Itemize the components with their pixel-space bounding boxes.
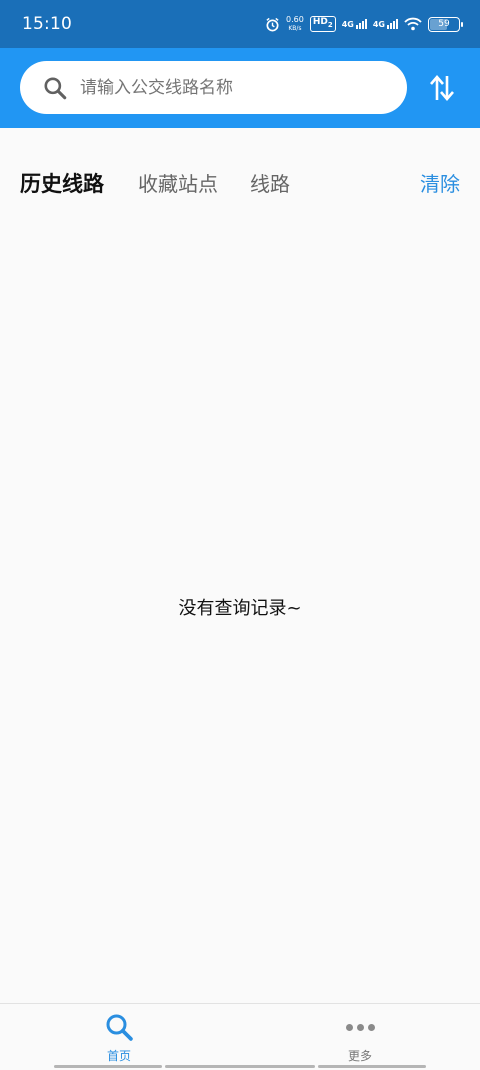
wifi-icon (404, 17, 422, 31)
nav-home[interactable]: 首页 (59, 1004, 179, 1070)
header-bar (0, 48, 480, 128)
search-input[interactable] (80, 77, 380, 98)
speed-unit: KB/s (288, 25, 302, 32)
alarm-icon (266, 17, 279, 31)
swap-button[interactable] (422, 68, 462, 108)
status-time: 15:10 (22, 14, 72, 34)
tab-routes[interactable]: 线路 (250, 168, 290, 197)
more-dots-icon (345, 1023, 375, 1031)
tab-bar: 历史线路 收藏站点 线路 清除 (0, 128, 480, 236)
clear-button[interactable]: 清除 (420, 168, 460, 197)
signal-icon-2: 4G (373, 19, 398, 29)
tab-history-routes[interactable]: 历史线路 (20, 168, 104, 198)
empty-message: 没有查询记录~ (178, 598, 302, 619)
search-box[interactable] (20, 61, 407, 114)
search-icon (106, 1014, 133, 1041)
speed-value: 0.60 (286, 15, 304, 24)
nav-home-label: 首页 (106, 1049, 131, 1063)
nav-more[interactable]: 更多 (300, 1004, 420, 1070)
search-icon (44, 76, 67, 99)
gesture-bar-center (165, 1065, 315, 1068)
bottom-nav: 首页 更多 (0, 1003, 480, 1070)
swap-arrows-icon (430, 75, 454, 101)
status-icons: 0.60 KB/s HD2 4G 4G 59 (265, 15, 463, 33)
gesture-bar-right (318, 1065, 426, 1068)
gesture-bar-left (54, 1065, 162, 1068)
tab-favorite-stops[interactable]: 收藏站点 (138, 168, 218, 197)
status-bar: 15:10 0.60 KB/s HD2 4G 4G 59 (0, 0, 480, 48)
network-type-1: 4G (341, 20, 354, 29)
hd-icon: HD2 (309, 16, 336, 32)
hd-sub: 2 (327, 20, 333, 29)
network-speed: 0.60 KB/s (286, 15, 304, 33)
battery-icon: 59 (428, 16, 463, 32)
network-type-2: 4G (372, 20, 385, 29)
nav-more-label: 更多 (347, 1049, 372, 1063)
battery-level: 59 (438, 19, 450, 29)
hd-label: HD (312, 17, 328, 28)
signal-icon-1: 4G (342, 19, 367, 29)
